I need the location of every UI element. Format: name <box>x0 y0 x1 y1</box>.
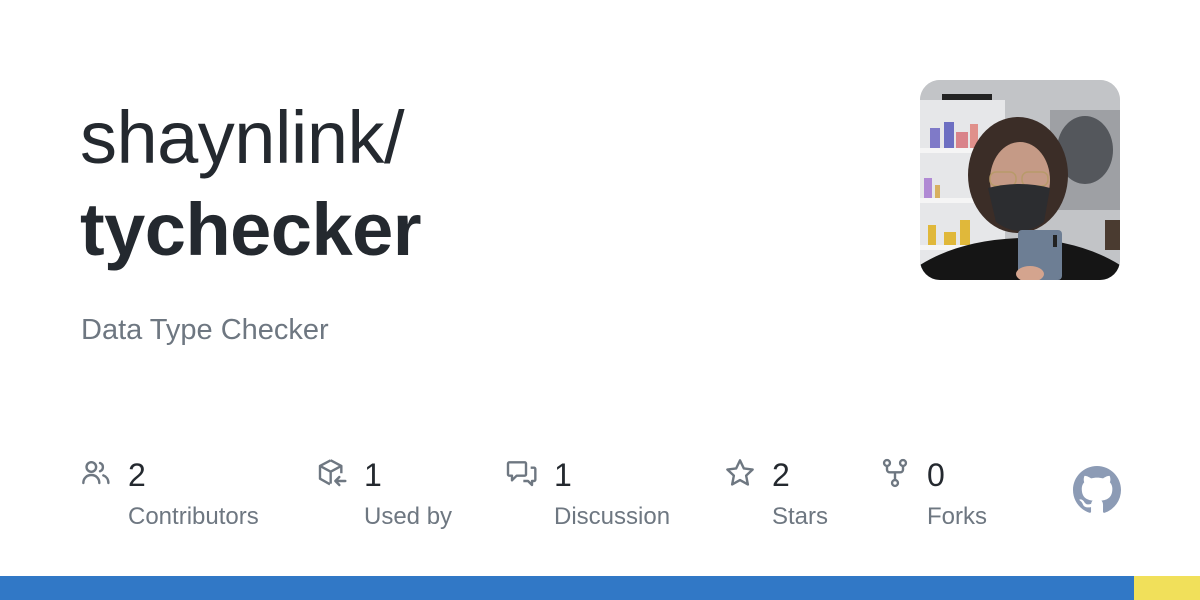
stat-label: Forks <box>927 503 987 530</box>
star-icon <box>726 459 754 486</box>
avatar-photo <box>920 80 1120 280</box>
repo-title: shaynlink/ tychecker <box>80 92 422 276</box>
repo-name[interactable]: tychecker <box>80 184 422 276</box>
discussion-icon <box>506 461 537 487</box>
people-icon <box>82 461 110 485</box>
language-bar-segment <box>0 576 1134 600</box>
stat-label: Used by <box>364 503 453 530</box>
stat-label: Stars <box>772 503 829 530</box>
repo-description: Data Type Checker <box>81 314 329 346</box>
fork-icon <box>882 458 908 488</box>
stat-value: 1 <box>554 457 572 493</box>
language-bar <box>0 576 1200 600</box>
repo-owner[interactable]: shaynlink/ <box>80 92 421 184</box>
language-bar-segment <box>1134 576 1200 600</box>
stat-value: 0 <box>927 457 945 493</box>
stat-value: 2 <box>772 457 790 493</box>
owner-avatar <box>920 80 1120 280</box>
stat-label: Contributors <box>128 503 259 530</box>
github-logo-icon[interactable] <box>1073 466 1121 514</box>
package-dependents-icon <box>318 459 347 487</box>
stat-value: 2 <box>128 457 146 493</box>
stat-value: 1 <box>364 457 382 493</box>
stat-label: Discussion <box>554 503 671 530</box>
